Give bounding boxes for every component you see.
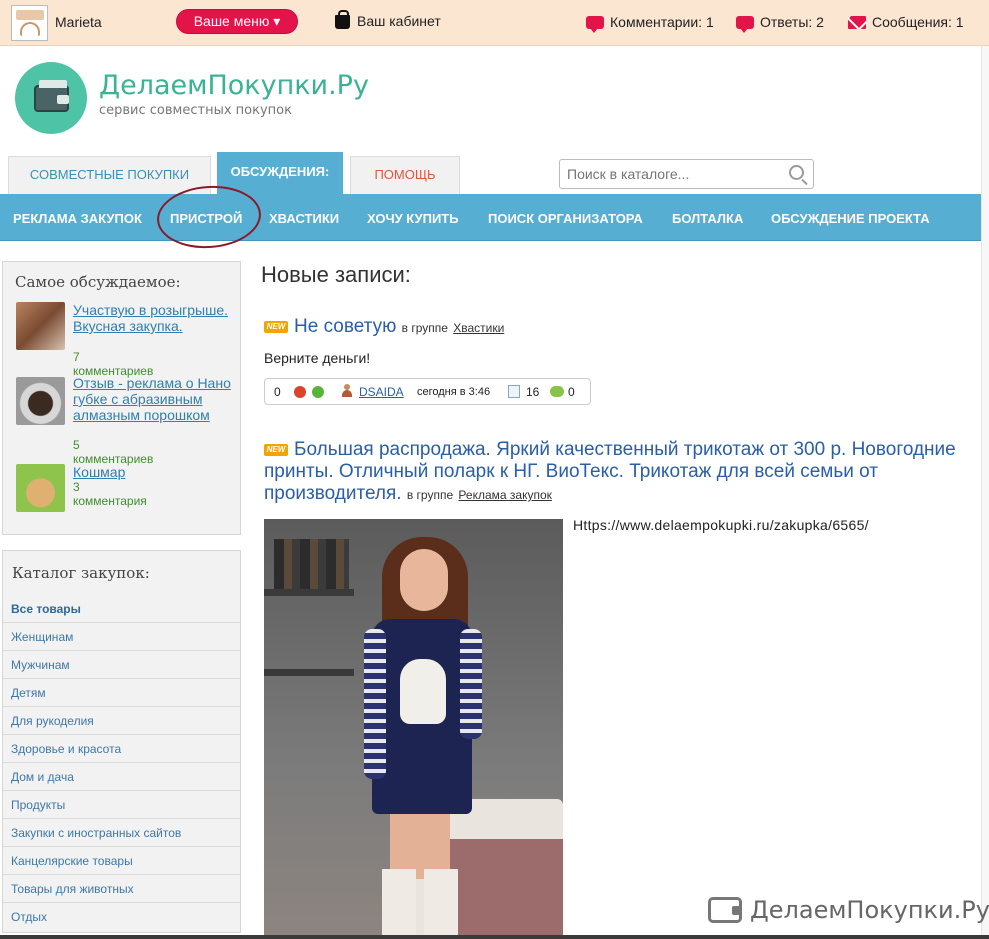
author-link[interactable]: DSAIDA: [359, 385, 404, 399]
user-icon: [342, 384, 352, 397]
catalog-item[interactable]: Мужчинам: [3, 651, 240, 679]
discussion-subnav: Реклама закупок Пристрой Хвастики Хочу к…: [0, 194, 981, 241]
catalog-item[interactable]: Для рукоделия: [3, 707, 240, 735]
post-meta-bar: 0 DSAIDA сегодня в 3:46 16 0: [264, 378, 591, 405]
your-menu-button[interactable]: Ваше меню ▾: [176, 9, 298, 34]
popular-item-count: 7 комментариев: [73, 350, 154, 378]
catalog-item[interactable]: Отдых: [3, 903, 240, 931]
subnav-item-ads[interactable]: Реклама закупок: [13, 211, 142, 226]
post-image[interactable]: [264, 519, 563, 939]
group-link[interactable]: Хвастики: [453, 321, 504, 335]
group-prefix: в группе: [406, 488, 454, 502]
post-title-link[interactable]: Не советую: [294, 316, 396, 337]
popular-item-thumbnail[interactable]: [16, 464, 65, 512]
logo-subtitle: сервис совместных покупок: [99, 103, 292, 118]
user-avatar[interactable]: [11, 5, 48, 41]
watermark-text: ДелаемПокупки.Ру: [750, 896, 989, 924]
comments-count: 0: [568, 385, 575, 399]
bag-icon: [335, 10, 350, 29]
catalog-search: [559, 159, 814, 189]
wallet-icon: [708, 897, 742, 923]
post-time: сегодня в 3:46: [417, 386, 491, 398]
subnav-item-brag[interactable]: Хвастики: [269, 211, 339, 226]
tab-discussions[interactable]: Обсуждения:: [217, 152, 343, 194]
popular-item-link[interactable]: Кошмар: [73, 464, 233, 480]
catalog-item[interactable]: Женщинам: [3, 623, 240, 651]
wallet-icon: [34, 80, 69, 112]
views-count: 16: [526, 385, 540, 399]
group-link[interactable]: Реклама закупок: [458, 488, 551, 502]
post-body: Верните деньги!: [264, 350, 371, 366]
comment-bubble-icon: [586, 15, 604, 33]
scrollbar-track[interactable]: [981, 46, 989, 939]
catalog-item[interactable]: Продукты: [3, 791, 240, 819]
subnav-item-project-discussion[interactable]: Обсуждение проекта: [771, 211, 930, 226]
answers-link[interactable]: Ответы: 2: [736, 14, 824, 33]
catalog-box: Каталог закупок: Все товары Женщинам Муж…: [2, 550, 241, 933]
page-title: Новые записи:: [261, 262, 411, 287]
popular-item-thumbnail[interactable]: [16, 377, 65, 425]
popular-item-link[interactable]: Отзыв - реклама о Нано губке с абразивны…: [73, 375, 233, 423]
group-prefix: в группе: [401, 321, 448, 335]
comments-icon: [550, 386, 564, 397]
search-icon[interactable]: [789, 165, 804, 180]
catalog-item-all[interactable]: Все товары: [3, 595, 240, 623]
popular-item-link[interactable]: Участвую в розыгрыше. Вкусная закупка.: [73, 302, 233, 334]
logo-title[interactable]: ДелаемПокупки.Ру: [99, 70, 369, 101]
subnav-item-want-buy[interactable]: Хочу купить: [367, 211, 459, 226]
post-title-link[interactable]: Большая распродажа. Яркий качественный т…: [264, 439, 956, 504]
catalog-item[interactable]: Здоровье и красота: [3, 735, 240, 763]
popular-item-count: 5 комментариев: [73, 438, 154, 466]
catalog-item[interactable]: Товары для животных: [3, 875, 240, 903]
logo-icon[interactable]: [15, 62, 87, 134]
comments-label: Комментарии: 1: [610, 14, 714, 30]
messages-link[interactable]: Сообщения: 1: [848, 14, 964, 30]
post-title: Большая распродажа. Яркий качественный т…: [264, 439, 976, 506]
catalog-item[interactable]: Закупки с иностранных сайтов: [3, 819, 240, 847]
search-input[interactable]: [560, 160, 770, 188]
catalog-item[interactable]: Канцелярские товары: [3, 847, 240, 875]
reply-bubble-icon: [736, 15, 754, 33]
popular-item-count: 3 комментария: [73, 480, 147, 508]
post-url: Https://www.delaempokupki.ru/zakupka/656…: [573, 517, 869, 533]
popular-title: Самое обсуждаемое:: [15, 273, 181, 291]
views-icon: [508, 385, 520, 398]
cabinet-link[interactable]: Ваш кабинет: [335, 10, 441, 29]
catalog-item[interactable]: Дом и дача: [3, 763, 240, 791]
tab-help[interactable]: Помощь: [350, 156, 460, 194]
messages-label: Сообщения: 1: [872, 14, 964, 30]
cabinet-label: Ваш кабинет: [357, 13, 441, 29]
post-title: Не советую в группе Хвастики: [294, 316, 504, 339]
popular-discussions-box: Самое обсуждаемое: Участвую в розыгрыше.…: [2, 261, 241, 535]
comments-link[interactable]: Комментарии: 1: [586, 14, 714, 33]
catalog-item[interactable]: Детям: [3, 679, 240, 707]
popular-item-thumbnail[interactable]: [16, 302, 65, 350]
watermark: ДелаемПокупки.Ру: [708, 896, 989, 924]
vote-up-icon[interactable]: [312, 386, 324, 398]
username[interactable]: Marieta: [55, 14, 102, 30]
rating-value: 0: [274, 385, 281, 399]
vote-down-icon[interactable]: [294, 386, 306, 398]
answers-label: Ответы: 2: [760, 14, 824, 30]
catalog-title: Каталог закупок:: [12, 564, 150, 582]
subnav-item-find-organizer[interactable]: Поиск организатора: [488, 211, 643, 226]
envelope-icon: [848, 15, 866, 29]
new-badge: NEW: [264, 321, 288, 333]
tab-group-purchases[interactable]: Совместные покупки: [8, 156, 211, 194]
subnav-item-chat[interactable]: Болталка: [672, 211, 743, 226]
taskbar-strip: [0, 935, 989, 939]
top-bar: Marieta Ваше меню ▾ Ваш кабинет Коммента…: [0, 0, 989, 46]
